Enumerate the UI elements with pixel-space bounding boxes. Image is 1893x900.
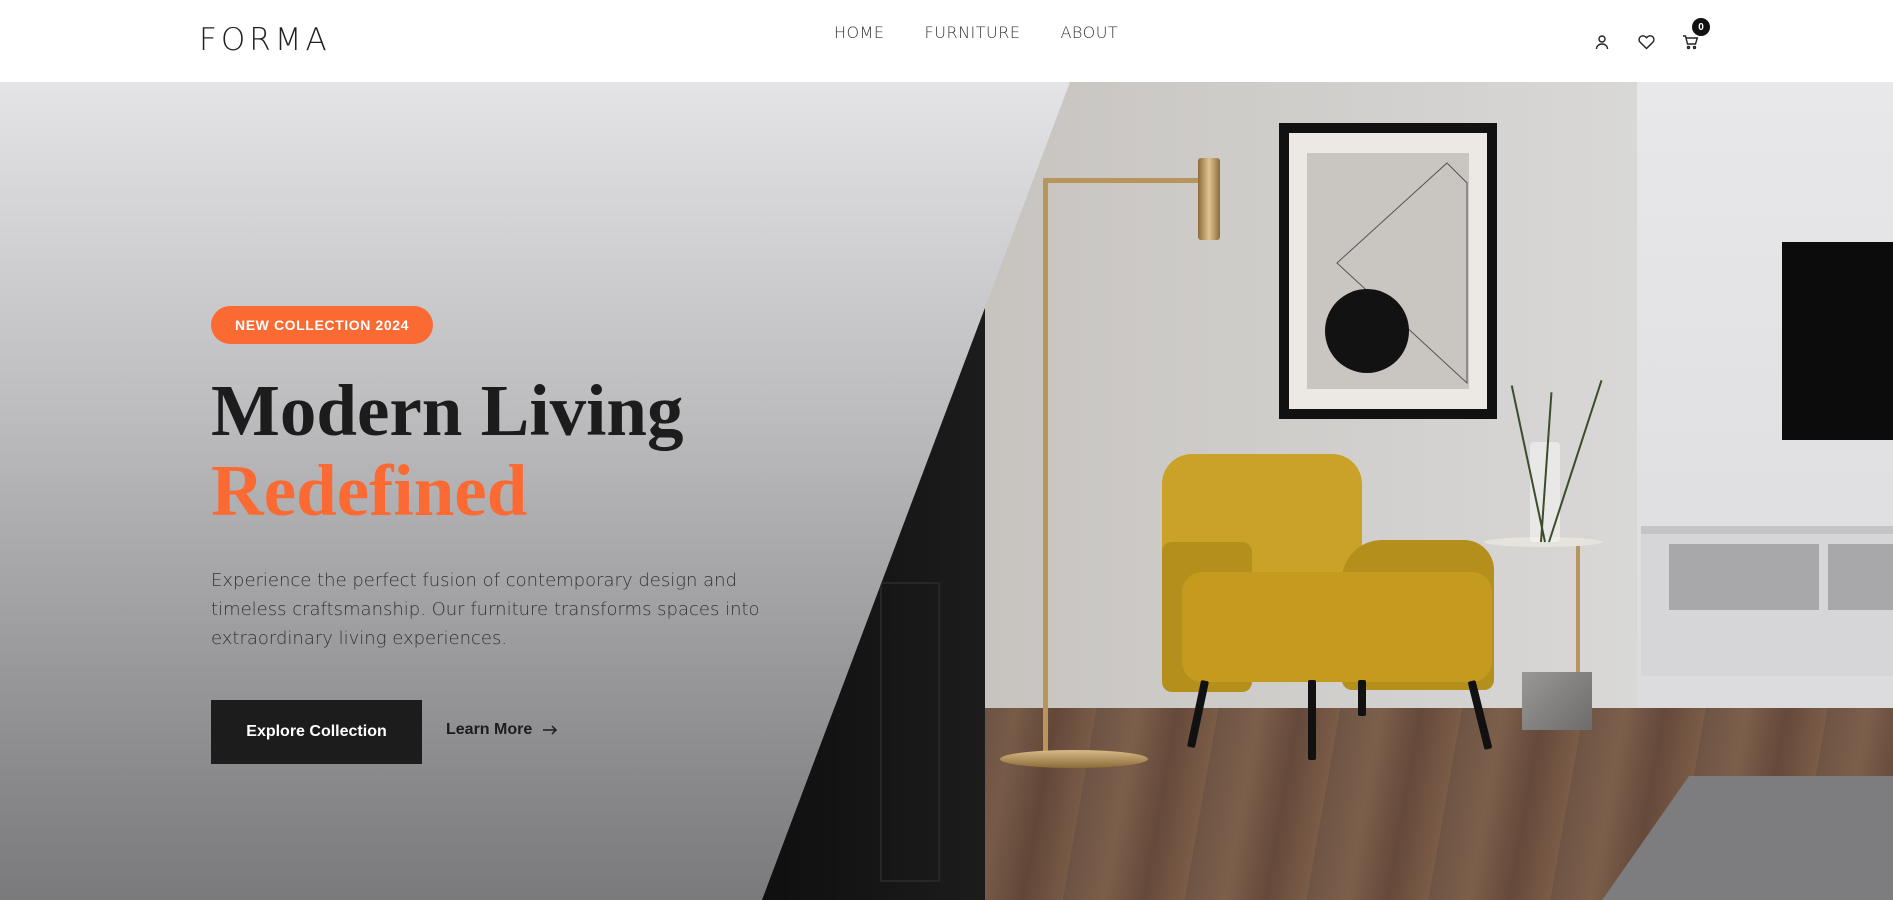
nav-about[interactable]: ABOUT	[1060, 23, 1118, 42]
explore-collection-button[interactable]: Explore Collection	[211, 700, 422, 764]
hero-section: NEW COLLECTION 2024 Modern Living Redefi…	[0, 82, 1893, 900]
learn-more-link[interactable]: Learn More	[446, 721, 558, 739]
nav-home[interactable]: HOME	[834, 23, 885, 42]
hero-title-line2: Redefined	[211, 450, 528, 531]
cart-count-badge: 0	[1692, 18, 1710, 36]
main-nav: HOME FURNITURE ABOUT	[834, 23, 1118, 42]
learn-more-label: Learn More	[446, 721, 533, 738]
arrow-right-icon	[543, 725, 558, 735]
hero-description: Experience the perfect fusion of contemp…	[211, 570, 760, 649]
site-header: FORMA HOME FURNITURE ABOUT 0	[0, 0, 1893, 82]
hero-title-line1: Modern Living	[211, 370, 684, 451]
collection-badge: NEW COLLECTION 2024	[211, 306, 433, 344]
header-actions: 0	[1592, 18, 1710, 52]
cart-icon[interactable]: 0	[1680, 18, 1710, 52]
brand-logo[interactable]: FORMA	[199, 22, 331, 58]
heart-icon[interactable]	[1636, 32, 1656, 52]
user-icon[interactable]	[1592, 32, 1612, 52]
nav-furniture[interactable]: FURNITURE	[925, 23, 1021, 42]
tv-screen	[1782, 242, 1893, 440]
wall-art-frame	[1279, 123, 1497, 419]
